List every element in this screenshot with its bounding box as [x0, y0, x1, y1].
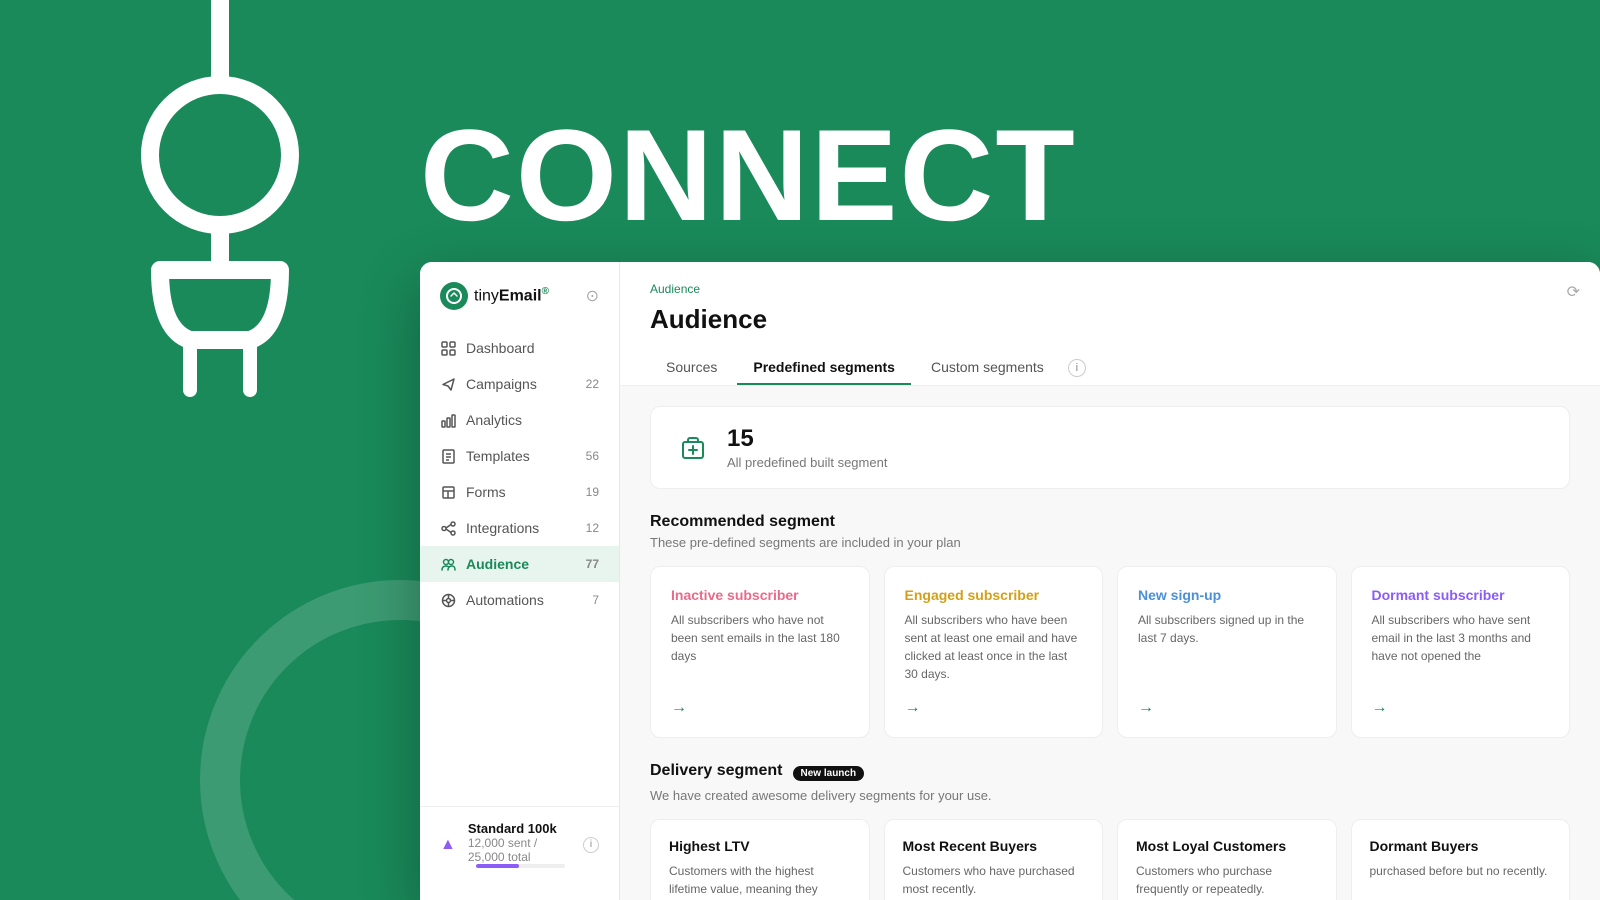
- sidebar-item-audience[interactable]: Audience 77: [420, 546, 619, 582]
- card-inactive-subscriber[interactable]: Inactive subscriber All subscribers who …: [650, 566, 870, 738]
- card-dormant-desc: All subscribers who have sent email in t…: [1372, 611, 1550, 683]
- audience-label: Audience: [466, 556, 529, 572]
- templates-badge: 56: [586, 449, 599, 463]
- settings-icon[interactable]: ⊙: [586, 286, 599, 306]
- automations-badge: 7: [592, 593, 599, 607]
- page-title: Audience: [650, 304, 1570, 335]
- dashboard-icon: [440, 340, 456, 356]
- card-dormant-buyers[interactable]: Dormant Buyers purchased before but no r…: [1351, 819, 1571, 900]
- recommended-subtitle: These pre-defined segments are included …: [650, 535, 1570, 550]
- campaigns-badge: 22: [586, 377, 599, 391]
- campaigns-icon: [440, 376, 456, 392]
- card-engaged-arrow: →: [905, 699, 1083, 717]
- breadcrumb: Audience: [650, 282, 1570, 296]
- plan-icon: ▲: [440, 836, 456, 854]
- app-window: tinyEmail® ⊙ Dashboard Campaigns 22: [420, 262, 1600, 900]
- sidebar-item-forms[interactable]: Forms 19: [420, 474, 619, 510]
- sidebar-item-campaigns[interactable]: Campaigns 22: [420, 366, 619, 402]
- card-engaged-subscriber[interactable]: Engaged subscriber All subscribers who h…: [884, 566, 1104, 738]
- audience-badge: 77: [586, 557, 599, 571]
- card-signup-arrow: →: [1138, 699, 1316, 717]
- tab-custom[interactable]: Custom segments: [915, 351, 1060, 385]
- content-header: Audience Audience Sources Predefined seg…: [620, 262, 1600, 386]
- card-most-loyal-customers[interactable]: Most Loyal Customers Customers who purch…: [1117, 819, 1337, 900]
- plan-sent: 12,000 sent / 25,000 total: [468, 836, 565, 864]
- ltv-title: Highest LTV: [669, 838, 851, 854]
- tabs: Sources Predefined segments Custom segme…: [650, 351, 1570, 385]
- card-inactive-title: Inactive subscriber: [671, 587, 849, 603]
- dormant-buyers-desc: purchased before but no recently.: [1370, 862, 1552, 880]
- card-highest-ltv[interactable]: Highest LTV Customers with the highest l…: [650, 819, 870, 900]
- refresh-icon[interactable]: ⟳: [1567, 282, 1580, 302]
- card-new-signup[interactable]: New sign-up All subscribers signed up in…: [1117, 566, 1337, 738]
- content-body: 15 All predefined built segment Recommen…: [620, 386, 1600, 900]
- new-launch-badge: New launch: [793, 766, 865, 781]
- sidebar-item-dashboard[interactable]: Dashboard: [420, 330, 619, 366]
- plug-icon: [130, 0, 310, 420]
- tab-predefined[interactable]: Predefined segments: [737, 351, 911, 385]
- integrations-label: Integrations: [466, 520, 539, 536]
- card-most-recent-buyers[interactable]: Most Recent Buyers Customers who have pu…: [884, 819, 1104, 900]
- card-engaged-title: Engaged subscriber: [905, 587, 1083, 603]
- card-inactive-arrow: →: [671, 699, 849, 717]
- recent-buyers-desc: Customers who have purchased most recent…: [903, 862, 1085, 898]
- plan-info-icon[interactable]: i: [583, 837, 599, 853]
- plan-progress: [476, 864, 565, 868]
- card-engaged-desc: All subscribers who have been sent at le…: [905, 611, 1083, 683]
- card-signup-title: New sign-up: [1138, 587, 1316, 603]
- card-dormant-title: Dormant subscriber: [1372, 587, 1550, 603]
- dashboard-label: Dashboard: [466, 340, 535, 356]
- segment-count-number: 15: [727, 425, 887, 453]
- forms-label: Forms: [466, 484, 506, 500]
- card-inactive-desc: All subscribers who have not been sent e…: [671, 611, 849, 683]
- loyal-title: Most Loyal Customers: [1136, 838, 1318, 854]
- integrations-icon: [440, 520, 456, 536]
- loyal-desc: Customers who purchase frequently or rep…: [1136, 862, 1318, 898]
- card-dormant-subscriber[interactable]: Dormant subscriber All subscribers who h…: [1351, 566, 1571, 738]
- segment-count-icon: [675, 430, 711, 466]
- templates-label: Templates: [466, 448, 530, 464]
- dormant-buyers-title: Dormant Buyers: [1370, 838, 1552, 854]
- card-dormant-arrow: →: [1372, 699, 1550, 717]
- tab-info-icon[interactable]: i: [1068, 359, 1086, 377]
- recommended-title: Recommended segment: [650, 513, 1570, 531]
- hero-title: CONNECT: [420, 100, 1077, 250]
- audience-icon: [440, 556, 456, 572]
- analytics-label: Analytics: [466, 412, 522, 428]
- forms-badge: 19: [586, 485, 599, 499]
- background: CONNECT tinyEmail® ⊙: [0, 0, 1600, 900]
- sidebar-item-integrations[interactable]: Integrations 12: [420, 510, 619, 546]
- logo-text: tinyEmail®: [474, 286, 549, 305]
- automations-label: Automations: [466, 592, 544, 608]
- main-content: Audience Audience Sources Predefined seg…: [620, 262, 1600, 900]
- segment-count-label: All predefined built segment: [727, 455, 887, 470]
- sidebar-logo: tinyEmail® ⊙: [420, 282, 619, 330]
- segment-count-card: 15 All predefined built segment: [650, 406, 1570, 489]
- analytics-icon: [440, 412, 456, 428]
- delivery-subtitle: We have created awesome delivery segment…: [650, 788, 1570, 803]
- recommended-cards-row: Inactive subscriber All subscribers who …: [650, 566, 1570, 738]
- sidebar: tinyEmail® ⊙ Dashboard Campaigns 22: [420, 262, 620, 900]
- plan-name: Standard 100k: [468, 821, 565, 836]
- sidebar-item-templates[interactable]: Templates 56: [420, 438, 619, 474]
- recent-buyers-title: Most Recent Buyers: [903, 838, 1085, 854]
- automations-icon: [440, 592, 456, 608]
- card-signup-desc: All subscribers signed up in the last 7 …: [1138, 611, 1316, 683]
- delivery-title: Delivery segment: [650, 762, 783, 780]
- forms-icon: [440, 484, 456, 500]
- delivery-cards-row: Highest LTV Customers with the highest l…: [650, 819, 1570, 900]
- integrations-badge: 12: [586, 521, 599, 535]
- plan-progress-bar: [476, 864, 519, 868]
- campaigns-label: Campaigns: [466, 376, 537, 392]
- templates-icon: [440, 448, 456, 464]
- logo-icon: [440, 282, 468, 310]
- delivery-header: Delivery segment New launch: [650, 762, 1570, 784]
- ltv-desc: Customers with the highest lifetime valu…: [669, 862, 851, 900]
- sidebar-item-automations[interactable]: Automations 7: [420, 582, 619, 618]
- sidebar-item-analytics[interactable]: Analytics: [420, 402, 619, 438]
- plan-bar: ▲ Standard 100k 12,000 sent / 25,000 tot…: [420, 806, 619, 882]
- tab-sources[interactable]: Sources: [650, 351, 733, 385]
